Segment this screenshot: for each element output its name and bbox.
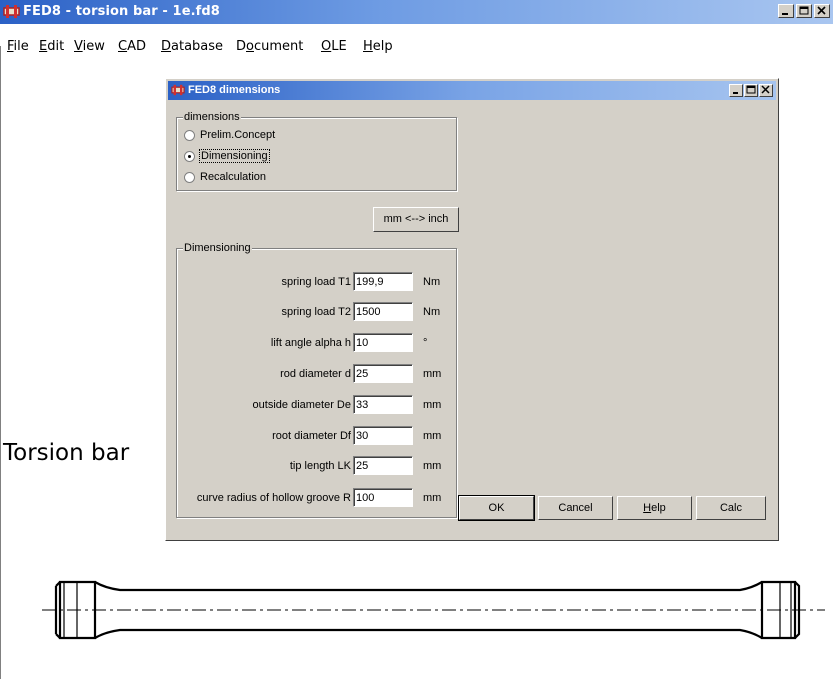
field-outside-diameter: outside diameter De mm (177, 395, 447, 415)
mode-group-label: dimensions (183, 111, 241, 123)
app-icon (3, 5, 20, 18)
menu-view[interactable]: View (74, 39, 105, 54)
radio-prelim-concept[interactable]: Prelim.Concept (184, 129, 275, 141)
lift-angle-input[interactable] (353, 333, 413, 352)
menu-edit[interactable]: Edit (39, 39, 64, 54)
shaft-top (94, 581, 763, 592)
radio-recalculation[interactable]: Recalculation (184, 171, 266, 183)
dialog-maximize-button[interactable] (744, 84, 758, 97)
menu-document-pre: D (236, 39, 247, 54)
menu-file[interactable]: File (7, 39, 29, 54)
ok-button[interactable]: OK (458, 495, 535, 521)
field-root-diameter: root diameter Df mm (177, 426, 447, 446)
menu-database[interactable]: Database (161, 39, 223, 54)
minimize-icon (782, 13, 788, 15)
mode-groupbox: dimensions Prelim.Concept Dimensioning R… (176, 111, 457, 191)
window-title: FED8 - torsion bar - 1e.fd8 (23, 4, 220, 19)
help-label: elp (651, 502, 666, 514)
field-unit: mm (423, 430, 442, 442)
field-unit: mm (423, 460, 442, 472)
field-unit: mm (423, 492, 442, 504)
dialog-minimize-button[interactable] (729, 84, 743, 97)
close-button[interactable] (814, 4, 830, 18)
shaft-bottom (94, 628, 763, 639)
maximize-icon (799, 6, 809, 15)
cancel-button[interactable]: Cancel (538, 496, 613, 520)
field-spring-load-t2: spring load T2 Nm (177, 302, 447, 322)
menu-ole-accel: O (321, 39, 332, 54)
menu-edit-label: dit (47, 39, 65, 54)
spring-load-t2-input[interactable] (353, 302, 413, 321)
outside-diameter-input[interactable] (353, 395, 413, 414)
menu-document-label: cument (253, 39, 304, 54)
menu-help-accel: H (363, 39, 373, 54)
radio-circle[interactable] (184, 171, 195, 183)
help-accel: H (643, 502, 652, 514)
menu-cad-accel: C (118, 39, 128, 54)
radio-dimensioning[interactable]: Dimensioning (184, 149, 270, 163)
torsion-bar-drawing[interactable] (0, 560, 833, 650)
drawing-title: Torsion bar (3, 440, 130, 466)
help-button[interactable]: Help (617, 496, 692, 520)
menu-document-accel: o (246, 39, 254, 54)
main-title-bar[interactable]: FED8 - torsion bar - 1e.fd8 (0, 0, 833, 24)
field-curve-radius: curve radius of hollow groove R mm (177, 488, 447, 508)
radio-label: Dimensioning (199, 149, 270, 163)
dialog-title: FED8 dimensions (188, 84, 281, 96)
field-label: lift angle alpha h (270, 337, 351, 349)
menu-cad[interactable]: CAD (118, 39, 146, 54)
field-unit: mm (423, 368, 442, 380)
field-label: spring load T2 (281, 306, 351, 318)
menu-document[interactable]: Document (236, 39, 303, 54)
field-label: outside diameter De (252, 399, 351, 411)
field-label: rod diameter d (280, 368, 351, 380)
menu-database-accel: D (161, 39, 172, 54)
field-unit: ° (423, 337, 428, 349)
field-rod-diameter: rod diameter d mm (177, 364, 447, 384)
maximize-icon (746, 85, 756, 94)
field-lift-angle: lift angle alpha h ° (177, 333, 447, 353)
menu-view-label: iew (82, 39, 105, 54)
dimensioning-groupbox: Dimensioning spring load T1 Nm spring lo… (176, 242, 457, 518)
radio-label: Prelim.Concept (200, 129, 276, 141)
dialog-title-bar[interactable]: FED8 dimensions (168, 81, 776, 100)
close-icon (817, 6, 826, 15)
maximize-button[interactable] (796, 4, 812, 18)
field-unit: Nm (423, 276, 441, 288)
radio-circle-selected[interactable] (184, 150, 195, 162)
field-label: root diameter Df (272, 430, 351, 442)
mm-inch-toggle-button[interactable]: mm <--> inch (373, 207, 459, 232)
tip-length-input[interactable] (353, 456, 413, 475)
field-tip-length: tip length LK mm (177, 456, 447, 476)
minimize-button[interactable] (778, 4, 794, 18)
field-unit: Nm (423, 306, 441, 318)
field-label: curve radius of hollow groove R (196, 492, 351, 504)
field-label: spring load T1 (281, 276, 351, 288)
dialog-close-button[interactable] (759, 84, 773, 97)
radio-label: Recalculation (200, 171, 267, 183)
dimensions-dialog: FED8 dimensions dimensions Prelim.Concep… (165, 78, 779, 541)
rod-diameter-input[interactable] (353, 364, 413, 383)
field-spring-load-t1: spring load T1 Nm (177, 272, 447, 292)
curve-radius-input[interactable] (353, 488, 413, 507)
menu-database-label: atabase (171, 39, 224, 54)
field-label: tip length LK (289, 460, 351, 472)
menu-file-label: ile (13, 39, 29, 54)
minimize-icon (733, 92, 738, 94)
menu-view-accel: V (74, 39, 83, 54)
menu-cad-label: AD (127, 39, 146, 54)
menu-help-label: elp (372, 39, 393, 54)
menu-help[interactable]: Help (363, 39, 393, 54)
spring-load-t1-input[interactable] (353, 272, 413, 291)
radio-circle[interactable] (184, 129, 195, 141)
dimensioning-group-label: Dimensioning (183, 242, 252, 254)
menu-edit-accel: E (39, 39, 48, 54)
root-diameter-input[interactable] (353, 426, 413, 445)
menu-ole-label: LE (331, 39, 347, 54)
dialog-app-icon (171, 84, 185, 96)
calc-button[interactable]: Calc (696, 496, 766, 520)
menu-ole[interactable]: OLE (321, 39, 347, 54)
close-icon (761, 85, 770, 94)
field-unit: mm (423, 399, 442, 411)
